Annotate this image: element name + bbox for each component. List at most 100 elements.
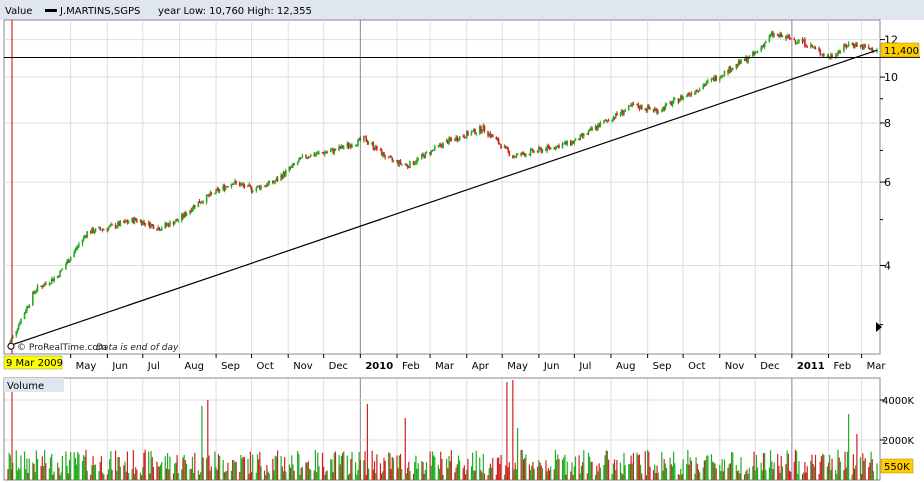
price-candle bbox=[831, 54, 833, 58]
price-candle bbox=[558, 145, 560, 149]
price-candle bbox=[798, 39, 800, 42]
price-candle bbox=[497, 139, 500, 144]
volume-title: Volume bbox=[7, 381, 44, 392]
price-candle bbox=[599, 122, 602, 128]
price-candle bbox=[191, 208, 194, 212]
x-tick-label: May bbox=[507, 361, 528, 372]
price-candle bbox=[507, 148, 509, 151]
price-candle bbox=[562, 143, 565, 145]
price-candle bbox=[818, 48, 820, 51]
price-candle bbox=[747, 58, 749, 62]
price-candle bbox=[756, 50, 759, 52]
price-candle bbox=[45, 283, 47, 285]
x-tick-label: Mar bbox=[435, 361, 455, 372]
x-tick-label: Dec bbox=[329, 361, 348, 372]
price-candle bbox=[159, 229, 162, 231]
price-candle bbox=[671, 102, 674, 106]
x-tick-label: May bbox=[76, 361, 97, 372]
price-candle bbox=[582, 133, 585, 137]
x-tick-label: Dec bbox=[760, 361, 779, 372]
price-candle bbox=[549, 147, 552, 149]
price-candle bbox=[308, 157, 311, 159]
price-candle bbox=[69, 257, 72, 261]
price-candle bbox=[366, 141, 369, 144]
price-candle bbox=[342, 147, 345, 149]
price-candle bbox=[508, 150, 511, 156]
price-candle bbox=[611, 120, 613, 122]
price-candle bbox=[847, 43, 850, 47]
year-range: year Low: 10,760 High: 12,355 bbox=[158, 6, 312, 17]
price-candle bbox=[383, 152, 385, 157]
price-candle bbox=[376, 145, 378, 150]
price-candle bbox=[108, 225, 111, 228]
x-tick-label: Sep bbox=[221, 361, 240, 372]
price-candle bbox=[24, 311, 27, 313]
price-candle bbox=[804, 39, 806, 46]
price-candle bbox=[730, 70, 733, 72]
price-candle bbox=[391, 157, 394, 161]
price-candle bbox=[588, 129, 591, 132]
price-candle bbox=[210, 192, 213, 194]
price-candle bbox=[86, 231, 89, 237]
price-candle bbox=[480, 126, 482, 132]
price-candle bbox=[298, 159, 300, 163]
price-candle bbox=[16, 329, 19, 332]
price-candle bbox=[199, 202, 202, 204]
price-candle bbox=[115, 226, 118, 228]
price-candle bbox=[318, 152, 320, 154]
price-candle bbox=[65, 264, 67, 270]
price-candle bbox=[194, 205, 196, 208]
price-candle bbox=[657, 111, 660, 114]
price-candle bbox=[68, 260, 71, 263]
price-candle bbox=[765, 42, 767, 44]
price-candle bbox=[574, 138, 577, 141]
price-candle bbox=[554, 148, 557, 150]
price-candle bbox=[864, 45, 866, 47]
x-tick-label: Nov bbox=[293, 361, 313, 372]
price-candle bbox=[619, 113, 622, 116]
x-tick-label: 2011 bbox=[797, 361, 825, 372]
price-candle bbox=[769, 34, 772, 36]
price-candle bbox=[796, 41, 799, 43]
price-candle bbox=[781, 35, 784, 38]
price-candle bbox=[49, 283, 52, 285]
price-panel bbox=[3, 19, 881, 355]
price-candle bbox=[99, 227, 102, 230]
price-candle bbox=[227, 186, 229, 188]
price-candle bbox=[500, 144, 502, 149]
x-tick-label: Feb bbox=[834, 361, 852, 372]
x-tick-label: Jul bbox=[147, 361, 160, 372]
price-candle bbox=[136, 219, 138, 222]
price-candle bbox=[94, 228, 97, 232]
price-candle bbox=[202, 201, 204, 203]
price-candle bbox=[35, 290, 38, 292]
price-candle bbox=[425, 152, 428, 154]
volume-tick-label: 2000K bbox=[882, 436, 914, 447]
price-candle bbox=[111, 224, 113, 226]
price-candle bbox=[661, 110, 663, 112]
price-candle bbox=[516, 153, 519, 155]
price-candle bbox=[856, 43, 858, 47]
volume-tick-label: 4000K bbox=[882, 396, 914, 407]
price-candle bbox=[15, 331, 18, 336]
price-candle bbox=[867, 46, 870, 49]
price-candle bbox=[260, 185, 262, 189]
x-tick-label: Nov bbox=[725, 361, 745, 372]
price-candle bbox=[20, 319, 22, 324]
price-candle bbox=[755, 51, 758, 53]
price-tick-label: 10 bbox=[884, 71, 898, 84]
price-candle bbox=[242, 184, 245, 186]
price-candle bbox=[616, 113, 618, 116]
price-candle bbox=[533, 150, 535, 153]
price-candle bbox=[811, 44, 813, 47]
x-tick-label: Jul bbox=[578, 361, 591, 372]
price-candle bbox=[372, 143, 375, 149]
price-candle bbox=[491, 134, 494, 138]
start-date-label: 9 Mar 2009 bbox=[6, 358, 63, 369]
price-candle bbox=[399, 160, 402, 164]
price-candle bbox=[547, 145, 550, 147]
price-candle bbox=[522, 152, 525, 154]
price-candle bbox=[134, 217, 137, 220]
price-tick-label: 4 bbox=[884, 259, 891, 272]
price-candle bbox=[177, 220, 180, 222]
